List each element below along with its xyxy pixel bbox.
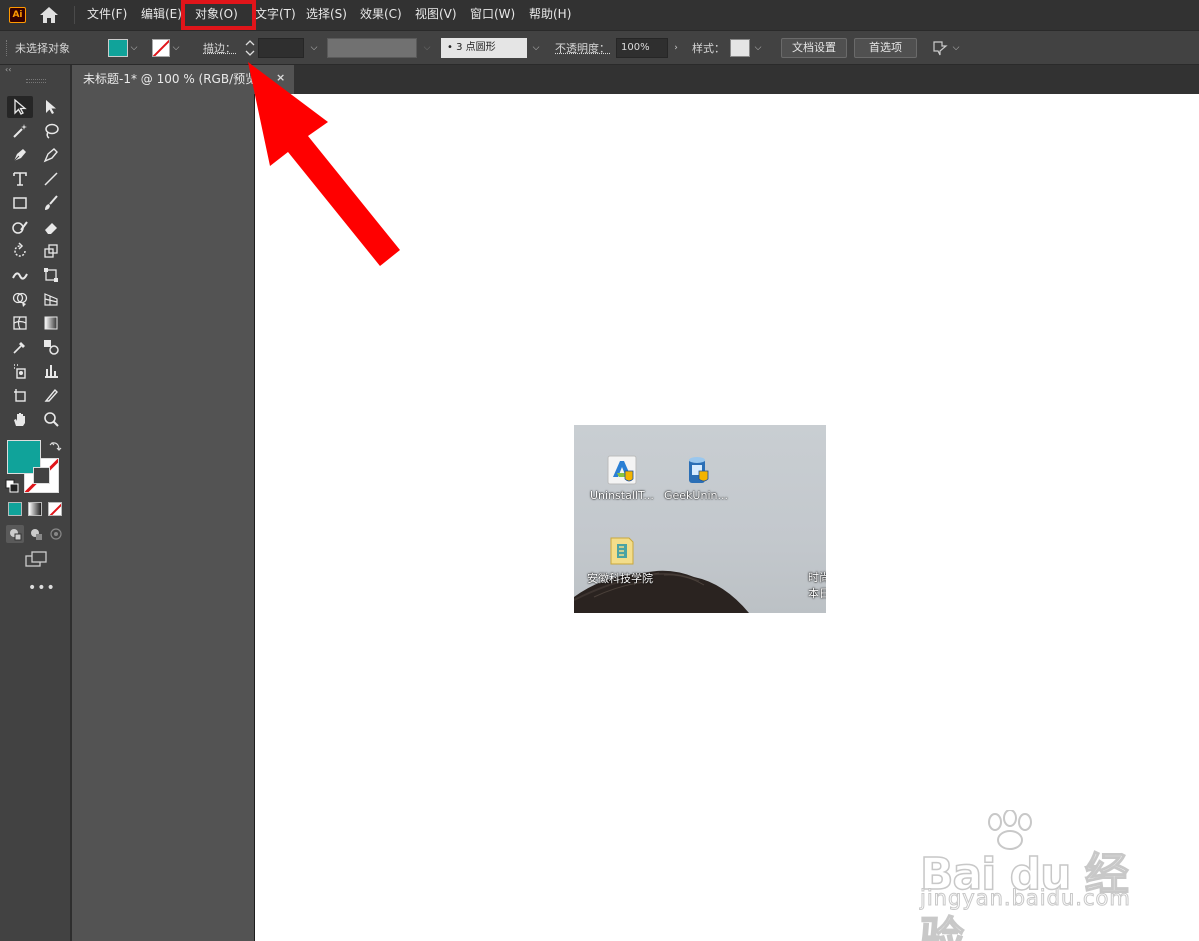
column-graph-tool-icon[interactable] — [38, 360, 64, 382]
menu-item-3[interactable]: 文字(T) — [255, 0, 296, 30]
fill-swatch[interactable] — [108, 38, 128, 57]
pen-tool-icon[interactable] — [7, 144, 33, 166]
eraser-tool-icon[interactable] — [38, 216, 64, 238]
desktop-icon-label: 安徽科技学院 — [587, 572, 653, 585]
close-tab-icon[interactable]: × — [276, 71, 288, 87]
type-tool-icon[interactable] — [7, 168, 33, 190]
symbol-sprayer-tool-icon[interactable] — [7, 360, 33, 382]
eyedropper-tool-icon[interactable] — [7, 336, 33, 358]
gradient-tool-icon[interactable] — [38, 312, 64, 334]
menu-item-4[interactable]: 选择(S) — [306, 0, 347, 30]
home-icon[interactable] — [38, 6, 60, 24]
lasso-tool-icon[interactable] — [38, 120, 64, 142]
warp-tool-icon[interactable] — [7, 264, 33, 286]
curvature-tool-icon[interactable] — [38, 144, 64, 166]
menu-item-8[interactable]: 帮助(H) — [529, 0, 571, 30]
fill-color-control[interactable]: ⌵ — [108, 31, 140, 64]
document-setup-button[interactable]: 文档设置 — [781, 37, 847, 58]
folder-document-icon[interactable] — [605, 534, 639, 568]
hand-tool-icon[interactable] — [7, 408, 33, 430]
chevron-down-icon[interactable]: ⌵ — [530, 42, 542, 54]
variable-width-profile[interactable]: ⌵ — [327, 31, 433, 64]
illustrator-window: Ai 文件(F) 编辑(E) 对象(O) 文字(T) 选择(S) 效果(C) 视图(V) 窗口… — [0, 0, 1199, 941]
draw-normal-icon[interactable] — [6, 525, 24, 543]
slice-tool-icon[interactable] — [38, 384, 64, 406]
control-bar-grip[interactable] — [6, 40, 8, 56]
magic-wand-tool-icon[interactable] — [7, 120, 33, 142]
geekuninstaller-icon[interactable] — [680, 453, 714, 487]
screen-mode-icon[interactable] — [25, 550, 47, 568]
control-bar: 未选择对象 ⌵ ⌵ 描边： ⌵ ⌵ • 3 点圆形 ⌵ 不透明度： 100% › — [0, 30, 1199, 65]
menu-item-0[interactable]: 文件(F) — [87, 0, 127, 30]
none-mode-icon[interactable] — [48, 502, 62, 516]
zoom-tool-icon[interactable] — [38, 408, 64, 430]
menu-separator — [74, 6, 75, 24]
shaper-tool-icon[interactable] — [7, 216, 33, 238]
menu-item-7[interactable]: 窗口(W) — [470, 0, 515, 30]
selection-status: 未选择对象 — [15, 41, 70, 55]
tools-panel: ‹‹ ••• — [0, 65, 72, 941]
stroke-weight-field[interactable]: ⌵ — [258, 31, 320, 64]
menu-item-2[interactable]: 对象(O) — [195, 0, 238, 30]
scale-tool-icon[interactable] — [38, 240, 64, 262]
menu-bar: Ai 文件(F) 编辑(E) 对象(O) 文字(T) 选择(S) 效果(C) 视图(V) 窗口… — [0, 0, 1199, 30]
stroke-swatch[interactable] — [152, 38, 170, 57]
panel-grip[interactable] — [26, 79, 46, 83]
document-tab[interactable]: 未标题-1* @ 100 % (RGB/预览) — [74, 65, 294, 94]
default-fill-stroke-icon[interactable] — [5, 479, 19, 493]
chevron-down-icon[interactable]: ⌵ — [308, 42, 320, 54]
mesh-tool-icon[interactable] — [7, 312, 33, 334]
illustrator-logo-icon: Ai — [9, 7, 26, 23]
rotate-tool-icon[interactable] — [7, 240, 33, 262]
line-segment-tool-icon[interactable] — [38, 168, 64, 190]
gradient-mode-icon[interactable] — [28, 502, 42, 516]
pin-icon[interactable] — [930, 39, 950, 57]
draw-behind-icon[interactable] — [27, 525, 45, 543]
preferences-button[interactable]: 首选项 — [854, 37, 917, 58]
document-tab-bar: 未标题-1* @ 100 % (RGB/预览) — [74, 65, 1199, 94]
arrange-documents-control[interactable]: ⌵ — [930, 31, 962, 64]
chevron-right-icon[interactable]: › — [670, 42, 682, 54]
stroke-color-control[interactable]: ⌵ — [152, 31, 182, 64]
stroke-label[interactable]: 描边： — [203, 31, 236, 64]
menu-item-6[interactable]: 视图(V) — [415, 0, 457, 30]
graphic-style-control[interactable]: ⌵ — [730, 31, 764, 64]
chevron-down-icon: ⌵ — [423, 42, 431, 53]
direct-selection-tool-icon[interactable] — [38, 96, 64, 118]
uninstalltool-icon[interactable] — [605, 453, 639, 487]
artboard-tool-icon[interactable] — [7, 384, 33, 406]
paintbrush-tool-icon[interactable] — [38, 192, 64, 214]
draw-inside-icon[interactable] — [47, 525, 65, 543]
brush-definition[interactable]: • 3 点圆形 ⌵ — [441, 31, 542, 64]
menu-item-1[interactable]: 编辑(E) — [141, 0, 182, 30]
shape-builder-tool-icon[interactable] — [7, 288, 33, 310]
chevron-down-icon[interactable]: ⌵ — [128, 42, 140, 54]
chevron-down-icon[interactable]: ⌵ — [170, 42, 182, 54]
style-label: 样式： — [692, 41, 725, 55]
rectangle-tool-icon[interactable] — [7, 192, 33, 214]
collapse-panel-icon[interactable]: ‹‹ — [0, 65, 72, 75]
desktop-icon-label: UninstallT... — [590, 489, 654, 502]
placed-image[interactable]: UninstallT... GeekUnin... 安徽科技学院 时尚 本日 — [574, 425, 826, 613]
blend-tool-icon[interactable] — [38, 336, 64, 358]
opacity-field[interactable]: 100% › — [616, 31, 682, 64]
stroke-weight-stepper[interactable] — [244, 31, 256, 64]
swap-fill-stroke-icon[interactable] — [49, 439, 63, 453]
opacity-label[interactable]: 不透明度： — [555, 31, 610, 64]
edit-toolbar-icon[interactable]: ••• — [28, 580, 56, 596]
selection-tool-icon[interactable] — [7, 96, 33, 118]
chevron-down-icon[interactable]: ⌵ — [950, 42, 962, 54]
free-transform-tool-icon[interactable] — [38, 264, 64, 286]
perspective-grid-tool-icon[interactable] — [38, 288, 64, 310]
menu-item-5[interactable]: 效果(C) — [360, 0, 402, 30]
chevron-down-icon[interactable]: ⌵ — [752, 42, 764, 54]
color-mode-icon[interactable] — [8, 502, 22, 516]
desktop-icon-label: 时尚 本日 — [808, 571, 826, 600]
desktop-icon-label: GeekUnin... — [664, 489, 728, 502]
